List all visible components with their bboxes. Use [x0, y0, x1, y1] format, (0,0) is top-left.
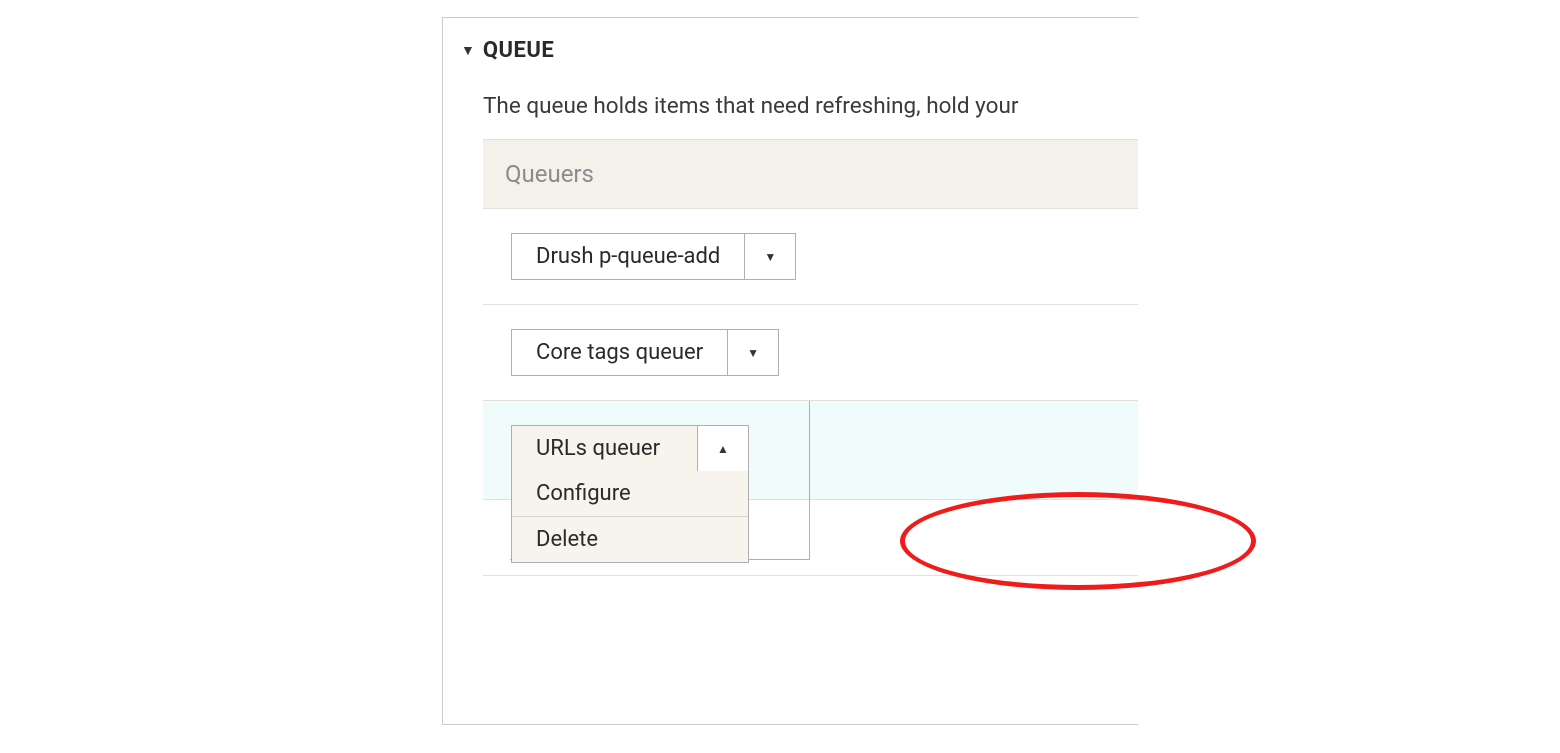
dropbutton-toggle[interactable]: ▲	[698, 426, 748, 471]
dropbutton-label[interactable]: Core tags queuer	[512, 330, 728, 375]
bottom-divider	[483, 575, 1138, 576]
queue-description: The queue holds items that need refreshi…	[443, 73, 1138, 139]
queue-section-header[interactable]: ▼ QUEUE	[443, 18, 1138, 73]
dropdown-menu: Configure Delete	[511, 471, 749, 563]
configure-option[interactable]: Configure	[512, 471, 748, 517]
dropbutton-toggle[interactable]: ▼	[728, 330, 778, 375]
queuer-row: Drush p-queue-add ▼	[483, 209, 1138, 305]
queuer-row: Core tags queuer ▼	[483, 305, 1138, 401]
caret-up-icon: ▲	[717, 442, 729, 456]
urls-queuer-dropbutton[interactable]: URLs queuer ▲ Configure Delete	[511, 425, 749, 472]
delete-option[interactable]: Delete	[512, 517, 748, 562]
disclosure-triangle-icon: ▼	[461, 44, 475, 58]
drush-p-queue-add-dropbutton[interactable]: Drush p-queue-add ▼	[511, 233, 796, 280]
queuers-panel: Queuers Drush p-queue-add ▼ Core tags qu…	[483, 139, 1138, 500]
dropbutton-toggle[interactable]: ▼	[745, 234, 795, 279]
dropbutton-label[interactable]: Drush p-queue-add	[512, 234, 745, 279]
caret-down-icon: ▼	[764, 250, 776, 264]
core-tags-queuer-dropbutton[interactable]: Core tags queuer ▼	[511, 329, 779, 376]
section-title: QUEUE	[483, 38, 554, 63]
dropbutton-label[interactable]: URLs queuer	[512, 426, 698, 471]
queuers-header: Queuers	[483, 139, 1138, 209]
caret-down-icon: ▼	[747, 346, 759, 360]
queuer-row-active: URLs queuer ▲ Configure Delete	[483, 401, 1138, 499]
queue-panel: ▼ QUEUE The queue holds items that need …	[442, 17, 1138, 725]
